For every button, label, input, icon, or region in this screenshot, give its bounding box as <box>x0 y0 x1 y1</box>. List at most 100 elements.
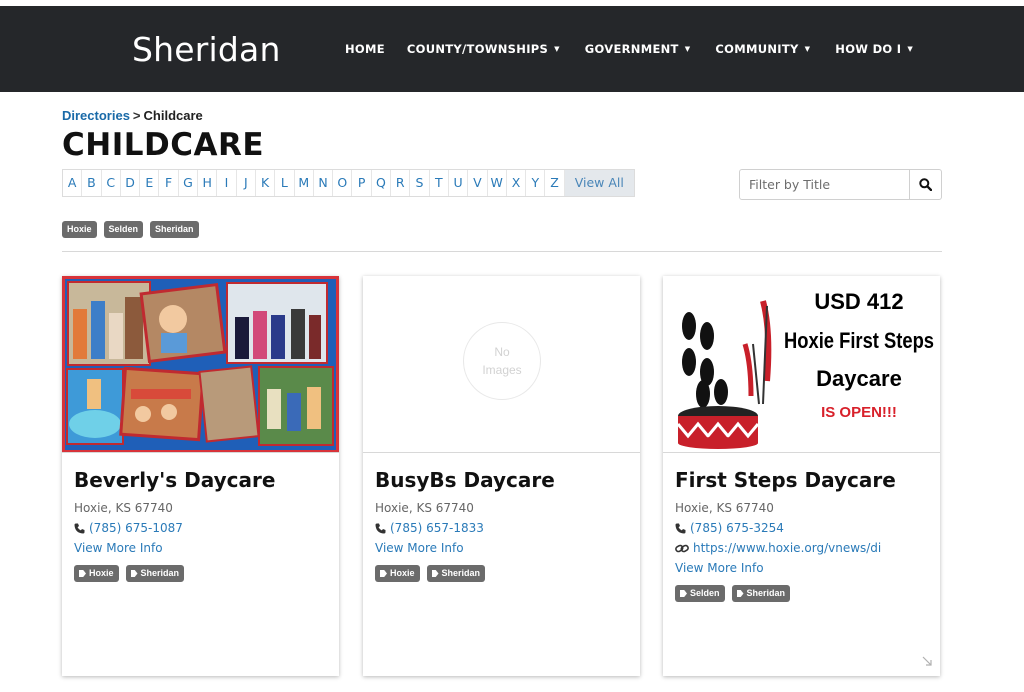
tag-filters: Hoxie Selden Sheridan <box>62 221 199 238</box>
alphabet-view-all[interactable]: View All <box>564 170 634 196</box>
card-address: Hoxie, KS 67740 <box>375 501 474 515</box>
caret-down-icon: ▼ <box>684 45 691 53</box>
nav-how-do-i[interactable]: HOW DO I ▼ <box>835 42 913 56</box>
tag-icon <box>736 590 744 597</box>
no-images-placeholder: No Images <box>463 322 541 400</box>
card-phone-link[interactable]: (785) 675-3254 <box>675 521 784 535</box>
directory-card: Beverly's Daycare Hoxie, KS 67740 (785) … <box>62 276 339 676</box>
breadcrumb-directories-link[interactable]: Directories <box>62 108 130 123</box>
card-more-info-link[interactable]: View More Info <box>675 561 764 575</box>
card-more-info-link[interactable]: View More Info <box>375 541 464 555</box>
search-icon <box>919 178 932 191</box>
tag-icon <box>431 570 439 577</box>
alphabet-letter-p[interactable]: P <box>352 170 372 196</box>
card-tags: Hoxie Sheridan <box>74 565 185 582</box>
alphabet-letter-i[interactable]: I <box>217 170 237 196</box>
phone-icon <box>74 523 85 533</box>
card-website-link[interactable]: https://www.hoxie.org/vnews/di <box>675 541 881 555</box>
card-image-photo-collage[interactable] <box>62 276 339 453</box>
card-phone: (785) 675-3254 <box>690 521 784 535</box>
tag-label: Sheridan <box>140 568 180 578</box>
card-title[interactable]: First Steps Daycare <box>675 468 896 492</box>
card-image-placeholder[interactable]: No Images <box>363 276 640 453</box>
card-tag-hoxie[interactable]: Hoxie <box>375 565 420 582</box>
alphabet-letter-w[interactable]: W <box>488 170 507 196</box>
logo-text-line2: Hoxie First Steps <box>784 328 934 353</box>
card-phone: (785) 675-1087 <box>89 521 183 535</box>
link-icon <box>675 544 689 552</box>
alphabet-letter-h[interactable]: H <box>198 170 218 196</box>
alphabet-letter-l[interactable]: L <box>275 170 295 196</box>
alphabet-letter-j[interactable]: J <box>237 170 256 196</box>
alphabet-letter-d[interactable]: D <box>121 170 141 196</box>
alphabet-letter-k[interactable]: K <box>256 170 276 196</box>
tag-filter-hoxie[interactable]: Hoxie <box>62 221 97 238</box>
no-images-text: Images <box>482 363 522 377</box>
caret-down-icon: ▼ <box>804 45 811 53</box>
tag-label: Sheridan <box>746 588 786 598</box>
directory-card: No Images BusyBs Daycare Hoxie, KS 67740… <box>363 276 640 676</box>
alphabet-letter-q[interactable]: Q <box>372 170 392 196</box>
card-phone-link[interactable]: (785) 657-1833 <box>375 521 484 535</box>
card-title[interactable]: BusyBs Daycare <box>375 468 555 492</box>
card-tags: Hoxie Sheridan <box>375 565 486 582</box>
nav-government[interactable]: GOVERNMENT ▼ <box>585 42 691 56</box>
tag-label: Sheridan <box>441 568 481 578</box>
card-address: Hoxie, KS 67740 <box>675 501 774 515</box>
nav-label: HOW DO I <box>835 42 902 56</box>
alphabet-letter-o[interactable]: O <box>333 170 353 196</box>
card-phone-link[interactable]: (785) 675-1087 <box>74 521 183 535</box>
alphabet-letter-v[interactable]: V <box>468 170 488 196</box>
alphabet-letter-a[interactable]: A <box>63 170 83 196</box>
breadcrumb-current: Childcare <box>143 108 203 123</box>
alphabet-letter-g[interactable]: G <box>179 170 199 196</box>
alphabet-letter-y[interactable]: Y <box>526 170 546 196</box>
card-tag-hoxie[interactable]: Hoxie <box>74 565 119 582</box>
alphabet-letter-f[interactable]: F <box>159 170 179 196</box>
card-website: https://www.hoxie.org/vnews/di <box>693 541 882 555</box>
alphabet-letter-z[interactable]: Z <box>545 170 565 196</box>
no-images-text: No <box>494 345 510 359</box>
logo-text-line3: Daycare <box>816 366 902 391</box>
breadcrumb: Directories > Childcare <box>62 108 203 123</box>
card-tag-selden[interactable]: Selden <box>675 585 725 602</box>
resize-arrow-icon[interactable] <box>922 656 932 666</box>
nav-community[interactable]: COMMUNITY ▼ <box>715 42 810 56</box>
tag-label: Hoxie <box>390 568 415 578</box>
tag-label: Hoxie <box>89 568 114 578</box>
alphabet-letter-b[interactable]: B <box>82 170 102 196</box>
alphabet-letter-e[interactable]: E <box>140 170 160 196</box>
card-image-logo[interactable]: USD 412 Hoxie First Steps Daycare IS OPE… <box>663 276 940 453</box>
alphabet-letter-r[interactable]: R <box>391 170 411 196</box>
alphabet-letter-c[interactable]: C <box>102 170 121 196</box>
card-more-info-link[interactable]: View More Info <box>74 541 163 555</box>
filter-input[interactable] <box>740 170 909 199</box>
title-filter <box>739 169 942 200</box>
alphabet-letter-n[interactable]: N <box>314 170 334 196</box>
nav-label: COUNTY/TOWNSHIPS <box>406 42 549 56</box>
site-title[interactable]: Sheridan <box>132 30 281 69</box>
tag-filter-sheridan[interactable]: Sheridan <box>150 221 199 238</box>
alphabet-filter: A B C D E F G H I J K L M N O P Q R S T U V W X Y Z View All <box>62 169 635 197</box>
tag-icon <box>680 590 687 597</box>
alphabet-letter-m[interactable]: M <box>295 170 314 196</box>
breadcrumb-separator: > <box>132 108 141 123</box>
card-address: Hoxie, KS 67740 <box>74 501 173 515</box>
card-tag-sheridan[interactable]: Sheridan <box>125 565 185 582</box>
alphabet-letter-s[interactable]: S <box>410 170 430 196</box>
nav-county-townships[interactable]: COUNTY/TOWNSHIPS ▼ <box>407 42 560 56</box>
tag-filter-selden[interactable]: Selden <box>103 221 144 238</box>
card-tag-sheridan[interactable]: Sheridan <box>731 585 791 602</box>
main-nav: HOME COUNTY/TOWNSHIPS ▼ GOVERNMENT ▼ COMMU… <box>345 42 913 56</box>
alphabet-letter-u[interactable]: U <box>449 170 469 196</box>
search-button[interactable] <box>909 170 941 199</box>
card-title[interactable]: Beverly's Daycare <box>74 468 275 492</box>
alphabet-letter-t[interactable]: T <box>430 170 449 196</box>
nav-label: COMMUNITY <box>715 42 799 56</box>
nav-home[interactable]: HOME <box>345 42 385 56</box>
tag-icon <box>79 570 86 577</box>
card-tag-sheridan[interactable]: Sheridan <box>426 565 486 582</box>
card-tags: Selden Sheridan <box>675 585 791 602</box>
nav-label: GOVERNMENT <box>584 42 679 56</box>
alphabet-letter-x[interactable]: X <box>507 170 527 196</box>
